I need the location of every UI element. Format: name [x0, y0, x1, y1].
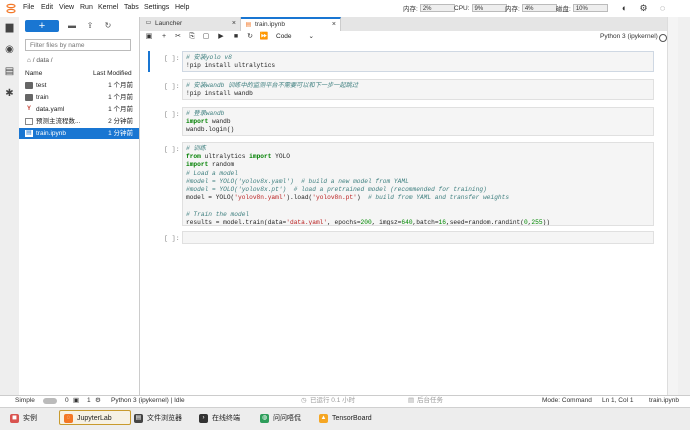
jupyter-icon[interactable]: ◌: [657, 3, 668, 14]
jupyter-logo-icon: [6, 3, 16, 14]
stop-icon[interactable]: ■: [231, 31, 241, 43]
cell-prompt: [ ]:: [164, 55, 180, 62]
kernel-name[interactable]: Python 3 (ipykernel): [600, 31, 658, 43]
taskbar-ask[interactable]: ◍ 问问唔侃: [255, 410, 311, 425]
kernel-count-icon: ⚙: [95, 397, 101, 404]
simple-mode-label: Simple: [15, 397, 35, 404]
file-row-train-ipynb[interactable]: ▤ train.ipynb 1 分钟前: [19, 128, 139, 139]
memory-meter-2: 内存: 4%: [505, 3, 557, 13]
kernel-status-icon: [659, 34, 667, 42]
folder-icon: [25, 94, 33, 101]
notebook-icon: ▤: [25, 130, 33, 137]
taskbar-terminal[interactable]: › 在线终端: [194, 410, 250, 425]
simple-mode-toggle[interactable]: [43, 398, 57, 404]
menu-tabs[interactable]: Tabs: [124, 4, 139, 11]
menu-settings[interactable]: Settings: [144, 4, 169, 11]
taskbar-file-browser[interactable]: ▤ 文件浏览器: [129, 410, 189, 425]
close-icon[interactable]: ×: [332, 19, 336, 31]
code-cell[interactable]: # 安装yolo v8 !pip install ultralytics: [182, 51, 654, 72]
folder-icon: [25, 82, 33, 89]
cell-prompt: [ ]:: [164, 146, 180, 153]
breadcrumb-path[interactable]: / data /: [33, 57, 53, 64]
menu-file[interactable]: File: [23, 4, 34, 11]
close-icon[interactable]: ×: [232, 17, 236, 31]
new-folder-icon[interactable]: ▬: [66, 20, 78, 32]
upload-icon[interactable]: ⇪: [84, 20, 96, 32]
file-row-test[interactable]: test 1 个月前: [19, 80, 139, 91]
launcher-icon: ▭: [145, 20, 152, 26]
theme-toggle-icon[interactable]: ◐: [619, 3, 630, 14]
file-filter-input[interactable]: [25, 39, 131, 51]
code-cell[interactable]: # 训练 from ultralytics import YOLO import…: [182, 142, 654, 226]
instance-icon: ◼: [10, 414, 19, 423]
memory-meter: 内存: 2%: [403, 3, 455, 13]
tab-launcher[interactable]: ▭ Launcher ×: [141, 17, 241, 31]
file-browser-icon: ▤: [134, 414, 143, 423]
column-modified-header[interactable]: Last Modified: [93, 70, 132, 77]
current-file-name: train.ipynb: [649, 397, 679, 404]
save-icon[interactable]: ▣: [144, 31, 154, 43]
commands-icon[interactable]: ▤: [4, 66, 15, 77]
mode-label[interactable]: Mode: Command: [542, 395, 592, 407]
taskbar-instance[interactable]: ◼ 实例: [5, 410, 47, 425]
file-row-train[interactable]: train 1 个月前: [19, 92, 139, 103]
code-cell[interactable]: # 登录wandb import wandb wandb.login(): [182, 107, 654, 136]
taskbar-jupyterlab[interactable]: ◌ JupyterLab: [59, 410, 131, 425]
menu-kernel[interactable]: Kernel: [98, 4, 118, 11]
kernel-status[interactable]: Python 3 (ipykernel) | Idle: [111, 395, 185, 407]
file-icon: [25, 118, 33, 125]
yaml-file-icon: Y: [26, 106, 31, 112]
cut-icon[interactable]: ✂: [173, 31, 183, 43]
extensions-icon[interactable]: ✱: [4, 88, 15, 99]
refresh-icon[interactable]: ↻: [102, 20, 114, 32]
restart-run-all-icon[interactable]: ⏩: [259, 31, 269, 43]
cell-prompt: [ ]:: [164, 235, 180, 242]
background-tasks-label[interactable]: 后台任务: [417, 395, 443, 407]
code-cell-empty[interactable]: [182, 231, 654, 244]
scrollbar[interactable]: [667, 17, 678, 395]
background-tasks-icon: ▤: [408, 397, 415, 404]
new-launcher-button[interactable]: +: [25, 20, 59, 32]
tensorboard-icon: ▲: [319, 414, 328, 423]
insert-cell-icon[interactable]: +: [159, 31, 169, 43]
menu-help[interactable]: Help: [175, 4, 189, 11]
tab-train-ipynb[interactable]: ▤ train.ipynb ×: [241, 17, 341, 31]
column-name-header[interactable]: Name: [25, 70, 42, 77]
run-icon[interactable]: ▶: [216, 31, 226, 43]
chat-icon: ◍: [260, 414, 269, 423]
menu-view[interactable]: View: [59, 4, 74, 11]
cursor-position[interactable]: Ln 1, Col 1: [602, 395, 633, 407]
taskbar-tensorboard[interactable]: ▲ TensorBoard: [314, 410, 382, 425]
menu-edit[interactable]: Edit: [41, 4, 53, 11]
terminal-count[interactable]: 0: [65, 395, 69, 407]
terminal-icon: ›: [199, 414, 208, 423]
terminal-icon: ▣: [73, 397, 80, 404]
chevron-down-icon: ⌄: [308, 33, 314, 40]
cpu-meter: CPU: 9%: [454, 3, 507, 13]
jupyter-icon: ◌: [64, 414, 73, 423]
menu-run[interactable]: Run: [80, 4, 93, 11]
copy-icon[interactable]: ⎘: [187, 31, 197, 43]
disk-meter: 磁盘: 10%: [556, 3, 608, 13]
cell-prompt: [ ]:: [164, 83, 180, 90]
cell-type-select[interactable]: Code ⌄: [276, 32, 318, 42]
file-row-file[interactable]: 预测主流程数... 2 分钟前: [19, 116, 139, 127]
runtime-label: 已运行 0.1 小时: [310, 397, 356, 404]
active-cell-indicator: [148, 51, 150, 72]
cell-prompt: [ ]:: [164, 111, 180, 118]
paste-icon[interactable]: ▢: [201, 31, 211, 43]
folder-icon[interactable]: ▆: [4, 22, 15, 33]
file-row-data-yaml[interactable]: Y data.yaml 1 个月前: [19, 104, 139, 115]
clock-icon: ◷: [301, 397, 307, 404]
breadcrumb[interactable]: ⌂ / data /: [27, 57, 53, 64]
notebook-icon: ▤: [245, 22, 252, 28]
code-cell[interactable]: # 安装wandb 训练中的监测平台不需要可以和下一步一起跳过 !pip ins…: [182, 79, 654, 100]
restart-icon[interactable]: ↻: [245, 31, 255, 43]
gear-icon[interactable]: ⚙: [638, 3, 649, 14]
kernel-count[interactable]: 1: [87, 395, 91, 407]
running-icon[interactable]: ◉: [4, 44, 15, 55]
